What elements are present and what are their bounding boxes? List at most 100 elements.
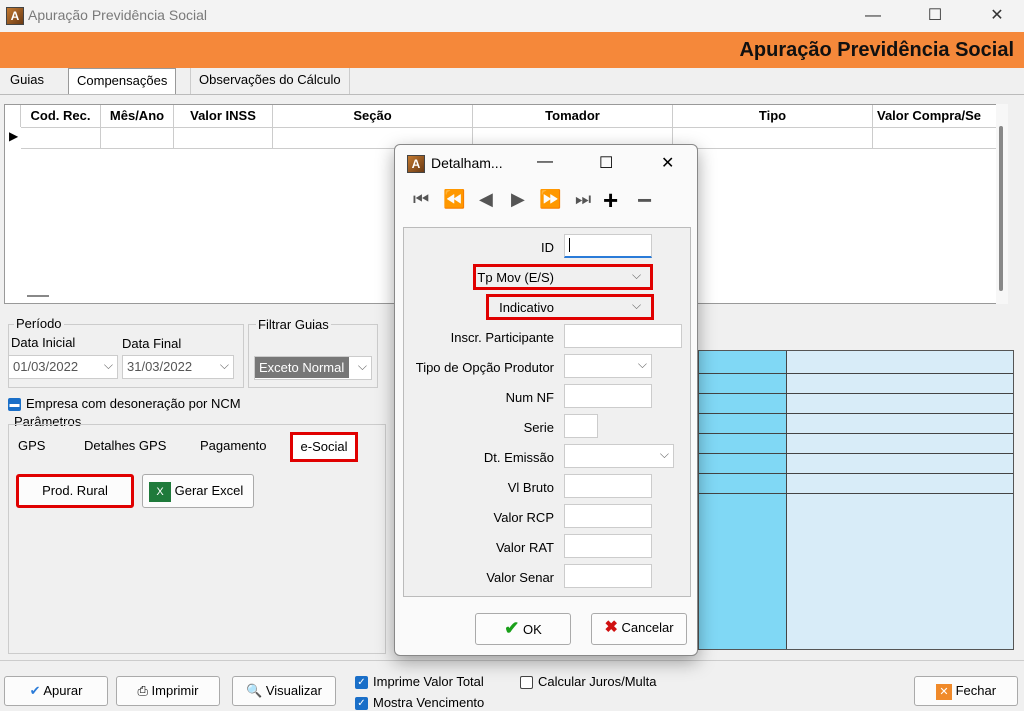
- maximize-button[interactable]: ☐: [912, 0, 958, 32]
- grid-line: [699, 473, 1013, 474]
- data-inicial-field[interactable]: 01/03/2022 ⌵: [8, 355, 118, 379]
- grid-line: [699, 453, 1013, 454]
- tab-compensacoes[interactable]: Compensações: [68, 68, 177, 94]
- data-final-field[interactable]: 31/03/2022 ⌵: [122, 355, 234, 379]
- grid-cell[interactable]: [174, 127, 273, 149]
- next-page-icon[interactable]: ⏩: [539, 189, 561, 210]
- col-cod-rec[interactable]: Cod. Rec.: [21, 105, 101, 127]
- detail-grid[interactable]: [698, 350, 1014, 650]
- close-button[interactable]: ✕: [974, 0, 1020, 32]
- data-final-value: 31/03/2022: [127, 359, 193, 374]
- visualizar-button[interactable]: 🔍 Visualizar: [232, 676, 336, 706]
- apurar-label: Apurar: [43, 683, 83, 698]
- excel-icon: X: [149, 481, 171, 502]
- chevron-down-icon[interactable]: ⌵: [632, 298, 641, 313]
- valor-rat-input[interactable]: [564, 534, 652, 558]
- cancelar-button[interactable]: ✖ Cancelar: [591, 613, 687, 645]
- grid-line: [699, 433, 1013, 434]
- vl-bruto-input[interactable]: [564, 474, 652, 498]
- prior-record-icon[interactable]: ◀: [479, 189, 493, 210]
- grid-cell[interactable]: [101, 127, 174, 149]
- visualizar-label: Visualizar: [265, 683, 322, 698]
- chevron-down-icon[interactable]: ⌵: [220, 358, 229, 373]
- valor-senar-input[interactable]: [564, 564, 652, 588]
- param-tab-gps[interactable]: GPS: [18, 438, 45, 453]
- chevron-down-icon[interactable]: ⌵: [358, 359, 367, 374]
- minimize-button[interactable]: —: [850, 0, 896, 32]
- header-title: Apuração Previdência Social: [739, 39, 1014, 61]
- calcular-juros-checkbox[interactable]: [520, 676, 533, 689]
- app-logo-icon: A: [407, 155, 425, 173]
- chevron-down-icon[interactable]: ⌵: [104, 358, 113, 373]
- add-record-icon[interactable]: +: [603, 185, 618, 216]
- delete-record-icon[interactable]: −: [637, 185, 652, 216]
- dialog-maximize-button[interactable]: ☐: [599, 153, 613, 173]
- cancel-x-icon: ✖: [604, 619, 618, 636]
- horizontal-scroll-thumb[interactable]: [27, 295, 49, 297]
- grid-line: [699, 493, 1013, 494]
- param-tab-detalhes-gps[interactable]: Detalhes GPS: [84, 438, 166, 453]
- calcular-juros-label: Calcular Juros/Multa: [538, 674, 657, 689]
- ok-label: OK: [522, 622, 542, 637]
- app-logo-icon: A: [6, 7, 24, 25]
- prior-page-icon[interactable]: ⏪: [443, 189, 465, 210]
- imprime-valor-total-label: Imprime Valor Total: [373, 674, 484, 689]
- cancelar-label: Cancelar: [621, 620, 674, 635]
- filtrar-select[interactable]: Exceto Normal ⌵: [254, 356, 372, 380]
- desoneracao-checkbox[interactable]: ▬: [8, 398, 21, 411]
- col-secao[interactable]: Seção: [273, 105, 473, 127]
- valor-rcp-input[interactable]: [564, 504, 652, 528]
- grid-cell[interactable]: [21, 127, 101, 149]
- ok-button[interactable]: ✔ OK: [475, 613, 571, 645]
- preview-icon: 🔍: [246, 683, 263, 698]
- detalhamento-dialog: A Detalham... — ☐ ✕ ⏮ ⏪ ◀ ▶ ⏩ ⏭ + − ID T…: [394, 144, 698, 656]
- dialog-minimize-button[interactable]: —: [537, 153, 553, 171]
- grid-cell[interactable]: [673, 127, 873, 149]
- col-valor-inss[interactable]: Valor INSS: [174, 105, 273, 127]
- text-cursor: [569, 238, 570, 252]
- imprimir-button[interactable]: ⎙ Imprimir: [116, 676, 220, 706]
- grid-line: [699, 393, 1013, 394]
- inscr-participante-input[interactable]: [564, 324, 682, 348]
- grid-line: [699, 413, 1013, 414]
- chevron-down-icon[interactable]: ⌵: [632, 268, 641, 283]
- gerar-excel-button[interactable]: X Gerar Excel: [142, 474, 254, 508]
- col-mes-ano[interactable]: Mês/Ano: [101, 105, 174, 127]
- bottom-divider: [0, 660, 1024, 661]
- imprime-valor-total-checkbox[interactable]: ✓: [355, 676, 368, 689]
- form-panel: ID Tp Mov (E/S) ⌵ Indicativo ⌵ Inscr. Pa…: [403, 227, 691, 597]
- next-record-icon[interactable]: ▶: [511, 189, 525, 210]
- prod-rural-button[interactable]: Prod. Rural: [16, 474, 134, 508]
- num-nf-input[interactable]: [564, 384, 652, 408]
- param-tab-pagamento[interactable]: Pagamento: [200, 438, 267, 453]
- data-inicial-label: Data Inicial: [11, 335, 76, 350]
- tipo-opcao-select[interactable]: ⌵: [564, 354, 652, 378]
- title-bar: A Apuração Previdência Social — ☐ ✕: [0, 0, 1024, 32]
- scroll-thumb[interactable]: [999, 126, 1003, 291]
- tab-guias[interactable]: Guias: [2, 68, 52, 94]
- vertical-scrollbar[interactable]: [996, 104, 1008, 304]
- col-tomador[interactable]: Tomador: [473, 105, 673, 127]
- grid-cell[interactable]: [873, 127, 997, 149]
- apurar-button[interactable]: ✔ Apurar: [4, 676, 108, 706]
- param-tab-esocial[interactable]: e-Social: [290, 432, 358, 462]
- mostra-vencimento-checkbox[interactable]: ✓: [355, 697, 368, 710]
- indicativo-label: Indicativo: [499, 300, 554, 315]
- chevron-down-icon[interactable]: ⌵: [638, 357, 647, 372]
- first-record-icon[interactable]: ⏮: [413, 189, 429, 210]
- dialog-close-button[interactable]: ✕: [661, 153, 674, 173]
- tab-observacoes[interactable]: Observações do Cálculo: [190, 68, 350, 94]
- inscr-participante-label: Inscr. Participante: [450, 330, 554, 345]
- last-record-icon[interactable]: ⏭: [575, 189, 591, 210]
- serie-input[interactable]: [564, 414, 598, 438]
- chevron-down-icon[interactable]: ⌵: [660, 447, 669, 462]
- header-banner: Apuração Previdência Social: [0, 32, 1024, 68]
- id-input[interactable]: [564, 234, 652, 258]
- col-tipo[interactable]: Tipo: [673, 105, 873, 127]
- dt-emissao-input[interactable]: ⌵: [564, 444, 674, 468]
- checkmark-icon: ✔: [29, 683, 41, 698]
- data-inicial-value: 01/03/2022: [13, 359, 79, 374]
- col-valor-compra[interactable]: Valor Compra/Se: [873, 105, 997, 127]
- fechar-button[interactable]: ✕ Fechar: [914, 676, 1018, 706]
- serie-label: Serie: [523, 420, 554, 435]
